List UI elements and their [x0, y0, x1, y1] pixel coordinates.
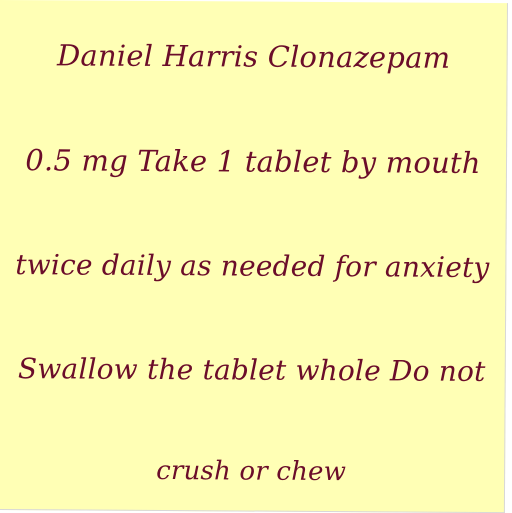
note-line-instruction: Swallow the tablet whole Do not — [17, 352, 486, 388]
note-line-patient-medication: Daniel Harris Clonazepam — [56, 38, 451, 75]
note-line-frequency: twice daily as needed for anxiety — [15, 248, 490, 284]
note-line-dosage: 0.5 mg Take 1 tablet by mouth — [25, 143, 481, 180]
note-line-instruction-end: crush or chew — [156, 455, 347, 488]
sticky-note: Daniel Harris Clonazepam 0.5 mg Take 1 t… — [0, 0, 508, 513]
